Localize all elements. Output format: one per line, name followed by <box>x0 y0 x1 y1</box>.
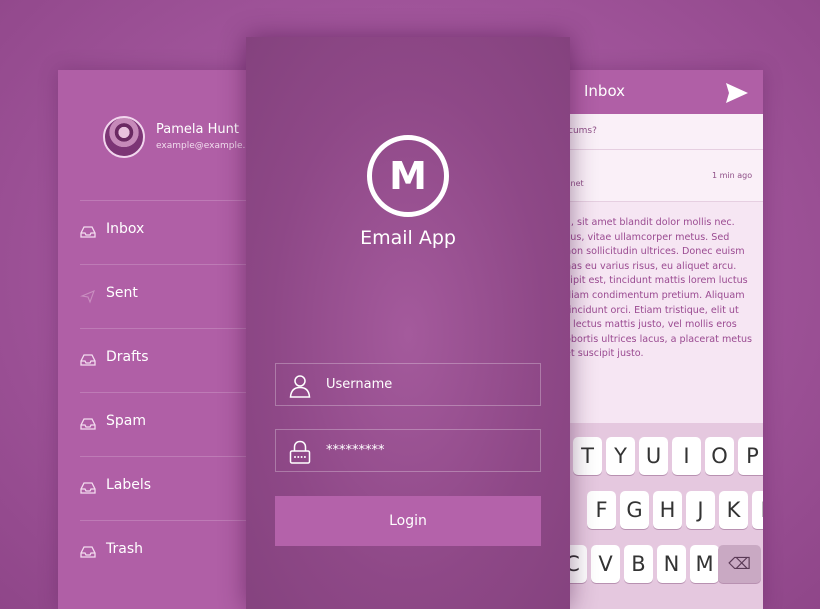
key-l[interactable]: L <box>752 491 763 529</box>
email-body-line: et suscipit justo. <box>565 348 644 360</box>
key-j[interactable]: J <box>686 491 715 529</box>
email-body-line: nas eu varius risus, eu aliquet arcu. <box>565 260 737 272</box>
sidebar-item-spam[interactable]: Spam <box>80 392 258 456</box>
email-body-line: obortis ultrices lacus, a placerat metus <box>565 333 753 345</box>
app-title: Email App <box>360 227 456 249</box>
login-button[interactable]: Login <box>275 496 541 546</box>
email-body-line: a, sit amet blandit dolor mollis nec. <box>565 217 735 228</box>
sidebar-item-label: Inbox <box>106 221 145 237</box>
sidebar-menu: Inbox Sent Drafts Spam Labels Trash <box>58 200 258 584</box>
key-g[interactable]: G <box>620 491 649 529</box>
key-f[interactable]: F <box>587 491 616 529</box>
key-y[interactable]: Y <box>606 437 635 475</box>
profile-name: Pamela Hunt <box>156 122 239 137</box>
spam-tray-icon <box>80 418 96 430</box>
app-logo: M <box>367 135 449 217</box>
key-n[interactable]: N <box>657 545 686 583</box>
key-b[interactable]: B <box>624 545 653 583</box>
email-body-line: diam condimentum pretium. Aliquam <box>565 289 745 301</box>
key-o[interactable]: O <box>705 437 734 475</box>
key-i[interactable]: I <box>672 437 701 475</box>
user-icon <box>289 375 311 398</box>
inbox-screen: Inbox cums? .net 1 min ago a, sit amet b… <box>555 70 763 609</box>
keyboard: T Y U I O P F G H J K L C V B N M ⌫ <box>555 423 763 609</box>
login-screen: M Email App Username ********* Login <box>246 37 570 609</box>
sidebar-item-label: Spam <box>106 413 146 429</box>
key-k[interactable]: K <box>719 491 748 529</box>
password-value: ********* <box>326 443 385 458</box>
email-body-line: cus, vitae ullamcorper metus. Sed <box>565 231 730 243</box>
key-v[interactable]: V <box>591 545 620 583</box>
labels-tray-icon <box>80 482 96 494</box>
sidebar-screen: Pamela Hunt example@example. Inbox Sent … <box>58 70 258 609</box>
email-subject-row[interactable]: cums? <box>555 114 763 150</box>
email-body-line: cipit est, tincidunt mattis lorem luctus <box>565 275 748 287</box>
sidebar-item-label: Labels <box>106 477 152 493</box>
key-p[interactable]: P <box>738 437 763 475</box>
sender-address: .net <box>568 179 584 188</box>
inbox-title: Inbox <box>584 82 626 100</box>
key-h[interactable]: H <box>653 491 682 529</box>
email-time: 1 min ago <box>712 171 753 180</box>
sidebar-item-sent[interactable]: Sent <box>80 264 258 328</box>
sidebar-item-label: Sent <box>106 285 138 301</box>
sidebar-item-labels[interactable]: Labels <box>80 456 258 520</box>
inbox-tray-icon <box>80 226 96 238</box>
password-field[interactable]: ********* <box>275 429 541 472</box>
key-m[interactable]: M <box>690 545 719 583</box>
profile-email: example@example. <box>156 141 246 151</box>
key-t[interactable]: T <box>573 437 602 475</box>
login-button-label: Login <box>389 513 427 529</box>
email-sender-row[interactable]: .net 1 min ago <box>555 150 763 202</box>
user-profile[interactable]: Pamela Hunt example@example. <box>103 116 258 158</box>
email-body-line: s lectus mattis justo, vel mollis eros <box>565 319 737 331</box>
send-icon[interactable] <box>725 82 749 104</box>
avatar[interactable] <box>103 116 145 158</box>
sidebar-item-trash[interactable]: Trash <box>80 520 258 584</box>
sidebar-item-inbox[interactable]: Inbox <box>80 200 258 264</box>
sidebar-item-drafts[interactable]: Drafts <box>80 328 258 392</box>
email-body: a, sit amet blandit dolor mollis nec. cu… <box>565 216 763 362</box>
email-body-line: tincidunt orci. Etiam tristique, elit ut <box>565 304 739 316</box>
inbox-header: Inbox <box>555 70 763 114</box>
trash-tray-icon <box>80 546 96 558</box>
email-body-line: non sollicitudin ultrices. Donec euism <box>565 246 745 258</box>
username-placeholder: Username <box>326 377 393 392</box>
drafts-tray-icon <box>80 354 96 366</box>
username-field[interactable]: Username <box>275 363 541 406</box>
logo-letter: M <box>389 154 427 198</box>
lock-icon <box>289 440 311 464</box>
delete-key[interactable]: ⌫ <box>718 545 761 583</box>
email-subject: cums? <box>568 126 597 136</box>
sent-icon <box>80 290 95 304</box>
sidebar-item-label: Trash <box>106 541 143 557</box>
key-u[interactable]: U <box>639 437 668 475</box>
sidebar-item-label: Drafts <box>106 349 149 365</box>
